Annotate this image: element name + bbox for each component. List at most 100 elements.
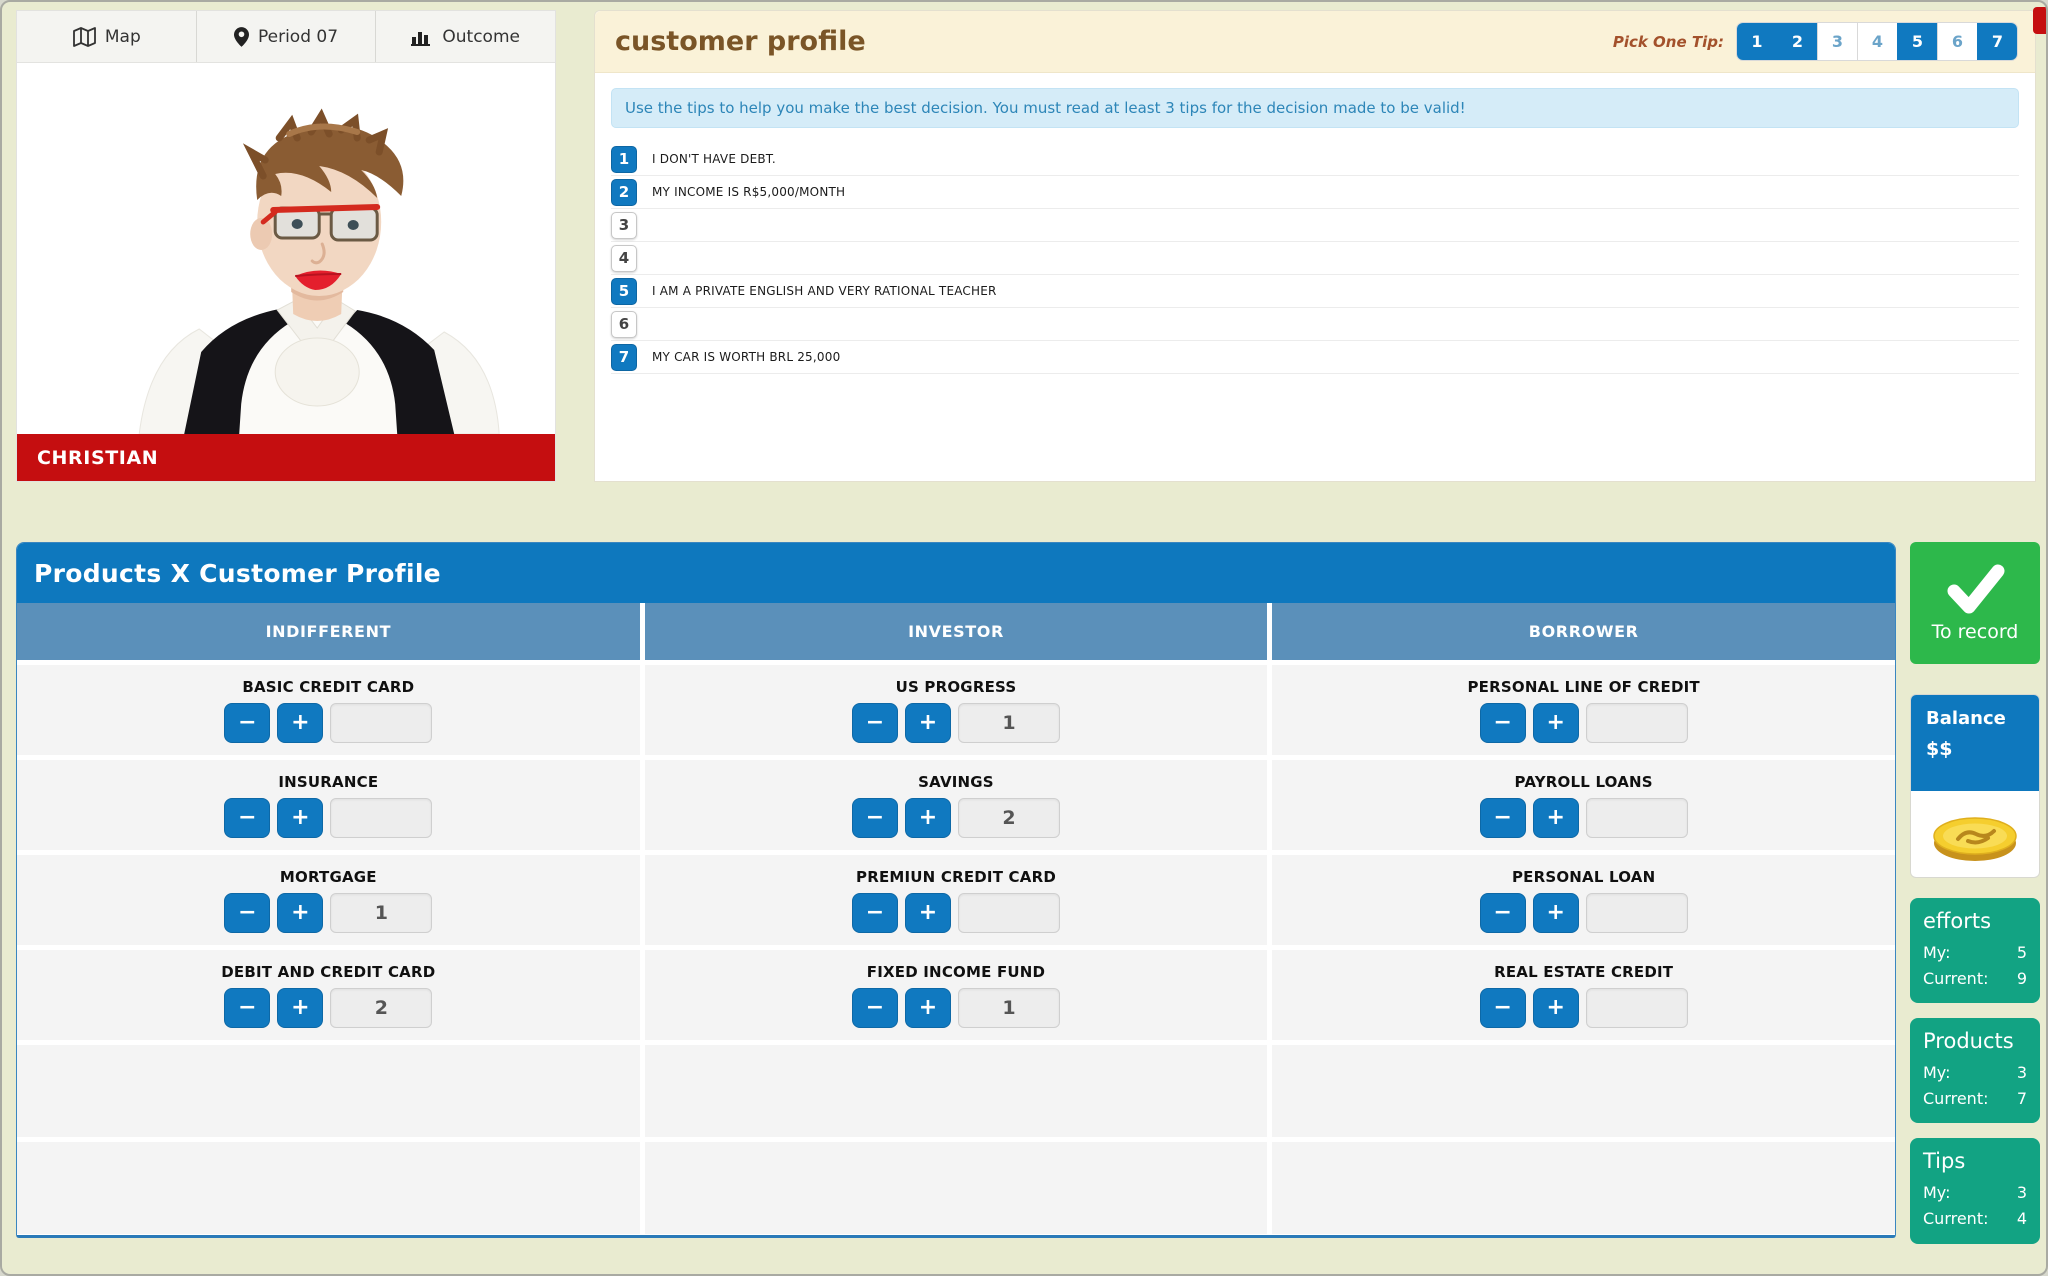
pick-tip-button-5[interactable]: 5 [1897, 23, 1937, 60]
minus-button[interactable]: − [1480, 703, 1526, 743]
plus-button[interactable]: + [277, 703, 323, 743]
minus-button[interactable]: − [224, 703, 270, 743]
plus-button[interactable]: + [1533, 703, 1579, 743]
minus-button[interactable]: − [224, 893, 270, 933]
product-name-label: DEBIT AND CREDIT CARD [221, 963, 435, 981]
tip-badge-7[interactable]: 7 [611, 344, 637, 371]
customer-photo [17, 63, 555, 434]
quantity-stepper: −+1 [852, 988, 1060, 1028]
customer-portrait-illustration [79, 104, 549, 434]
plus-button[interactable]: + [277, 798, 323, 838]
plus-button[interactable]: + [277, 893, 323, 933]
plus-button[interactable]: + [1533, 988, 1579, 1028]
product-name-label: MORTGAGE [280, 868, 377, 886]
stat-row: Current: 7 [1923, 1086, 2027, 1112]
plus-button[interactable]: + [1533, 893, 1579, 933]
tip-badge-4[interactable]: 4 [611, 245, 637, 272]
tip-row-2[interactable]: 2MY INCOME IS R$5,000/MONTH [611, 176, 2019, 209]
tip-badge-1[interactable]: 1 [611, 146, 637, 173]
balance-title: Balance [1926, 708, 2039, 729]
tip-row-5[interactable]: 5I AM A PRIVATE ENGLISH AND VERY RATIONA… [611, 275, 2019, 308]
stat-row-label: Current: [1923, 1086, 1988, 1112]
tip-badge-3[interactable]: 3 [611, 212, 637, 239]
product-cell: PAYROLL LOANS−+ [1272, 760, 1895, 850]
balance-subtitle: $$ [1926, 738, 2039, 760]
quantity-input[interactable] [1586, 893, 1688, 933]
product-cell: REAL ESTATE CREDIT−+ [1272, 950, 1895, 1040]
tip-row-7[interactable]: 7MY CAR IS WORTH BRL 25,000 [611, 341, 2019, 374]
minus-button[interactable]: − [852, 703, 898, 743]
product-name-label: BASIC CREDIT CARD [242, 678, 414, 696]
pick-tip-button-3[interactable]: 3 [1817, 23, 1857, 60]
balance-body [1911, 791, 2039, 878]
quantity-stepper: −+ [852, 893, 1060, 933]
minus-button[interactable]: − [1480, 988, 1526, 1028]
pick-tip-button-6[interactable]: 6 [1937, 23, 1977, 60]
plus-button[interactable]: + [905, 703, 951, 743]
quantity-input[interactable]: 1 [330, 893, 432, 933]
tip-button-group: 1234567 [1737, 23, 2017, 60]
column-header-investor: INVESTOR [645, 603, 1268, 660]
tab-map[interactable]: Map [17, 11, 197, 62]
minus-button[interactable]: − [1480, 798, 1526, 838]
quantity-input[interactable]: 2 [330, 988, 432, 1028]
minus-button[interactable]: − [852, 988, 898, 1028]
quantity-stepper: −+1 [224, 893, 432, 933]
tip-row-6[interactable]: 6 [611, 308, 2019, 341]
stat-row-value: 7 [2017, 1086, 2027, 1112]
quantity-input[interactable] [958, 893, 1060, 933]
product-cell: MORTGAGE−+1 [17, 855, 640, 945]
quantity-input[interactable]: 2 [958, 798, 1060, 838]
minus-button[interactable]: − [224, 988, 270, 1028]
product-cell: SAVINGS−+2 [645, 760, 1268, 850]
minus-button[interactable]: − [852, 798, 898, 838]
gold-coin-icon [1928, 803, 2022, 867]
pick-tip-button-2[interactable]: 2 [1777, 23, 1817, 60]
customer-name: CHRISTIAN [17, 434, 555, 481]
product-cell: PREMIUN CREDIT CARD−+ [645, 855, 1268, 945]
minus-button[interactable]: − [1480, 893, 1526, 933]
quantity-input[interactable] [1586, 703, 1688, 743]
empty-cell [1272, 1142, 1895, 1234]
quantity-stepper: −+2 [852, 798, 1060, 838]
quantity-input[interactable] [1586, 988, 1688, 1028]
pick-tip-button-1[interactable]: 1 [1737, 23, 1777, 60]
quantity-input[interactable]: 1 [958, 988, 1060, 1028]
quantity-input[interactable] [330, 798, 432, 838]
quantity-input[interactable] [330, 703, 432, 743]
pick-tip-button-7[interactable]: 7 [1977, 23, 2017, 60]
tip-badge-5[interactable]: 5 [611, 278, 637, 305]
stat-row-value: 9 [2017, 966, 2027, 992]
plus-button[interactable]: + [1533, 798, 1579, 838]
pick-tip-button-4[interactable]: 4 [1857, 23, 1897, 60]
tip-badge-6[interactable]: 6 [611, 311, 637, 338]
plus-button[interactable]: + [905, 893, 951, 933]
stat-card-products: ProductsMy:3Current:7 [1910, 1018, 2040, 1123]
plus-button[interactable]: + [905, 988, 951, 1028]
product-name-label: PERSONAL LINE OF CREDIT [1467, 678, 1699, 696]
tip-row-4[interactable]: 4 [611, 242, 2019, 275]
column-header-borrower: BORROWER [1272, 603, 1895, 660]
quantity-input[interactable]: 1 [958, 703, 1060, 743]
tip-badge-2[interactable]: 2 [611, 179, 637, 206]
stat-row: My:3 [1923, 1180, 2027, 1206]
minus-button[interactable]: − [224, 798, 270, 838]
product-name-label: INSURANCE [278, 773, 378, 791]
quantity-input[interactable] [1586, 798, 1688, 838]
app-window: MapPeriod 07Outcome [0, 0, 2048, 1276]
quantity-stepper: −+1 [852, 703, 1060, 743]
tip-row-1[interactable]: 1I DON'T HAVE DEBT. [611, 143, 2019, 176]
bar-chart-icon [411, 28, 433, 46]
tip-row-3[interactable]: 3 [611, 209, 2019, 242]
tab-outcome[interactable]: Outcome [376, 11, 555, 62]
plus-button[interactable]: + [905, 798, 951, 838]
pick-tip-label: Pick One Tip: [1613, 33, 1724, 51]
minus-button[interactable]: − [852, 893, 898, 933]
products-grid: INDIFFERENTINVESTORBORROWERBASIC CREDIT … [17, 603, 1895, 1234]
empty-cell [645, 1045, 1268, 1137]
plus-button[interactable]: + [277, 988, 323, 1028]
tab-period-07[interactable]: Period 07 [197, 11, 377, 62]
stat-cards: effortsMy:5Current:9ProductsMy:3Current:… [1910, 898, 2040, 1259]
to-record-button[interactable]: To record [1910, 542, 2040, 664]
stat-row: Current:4 [1923, 1206, 2027, 1232]
